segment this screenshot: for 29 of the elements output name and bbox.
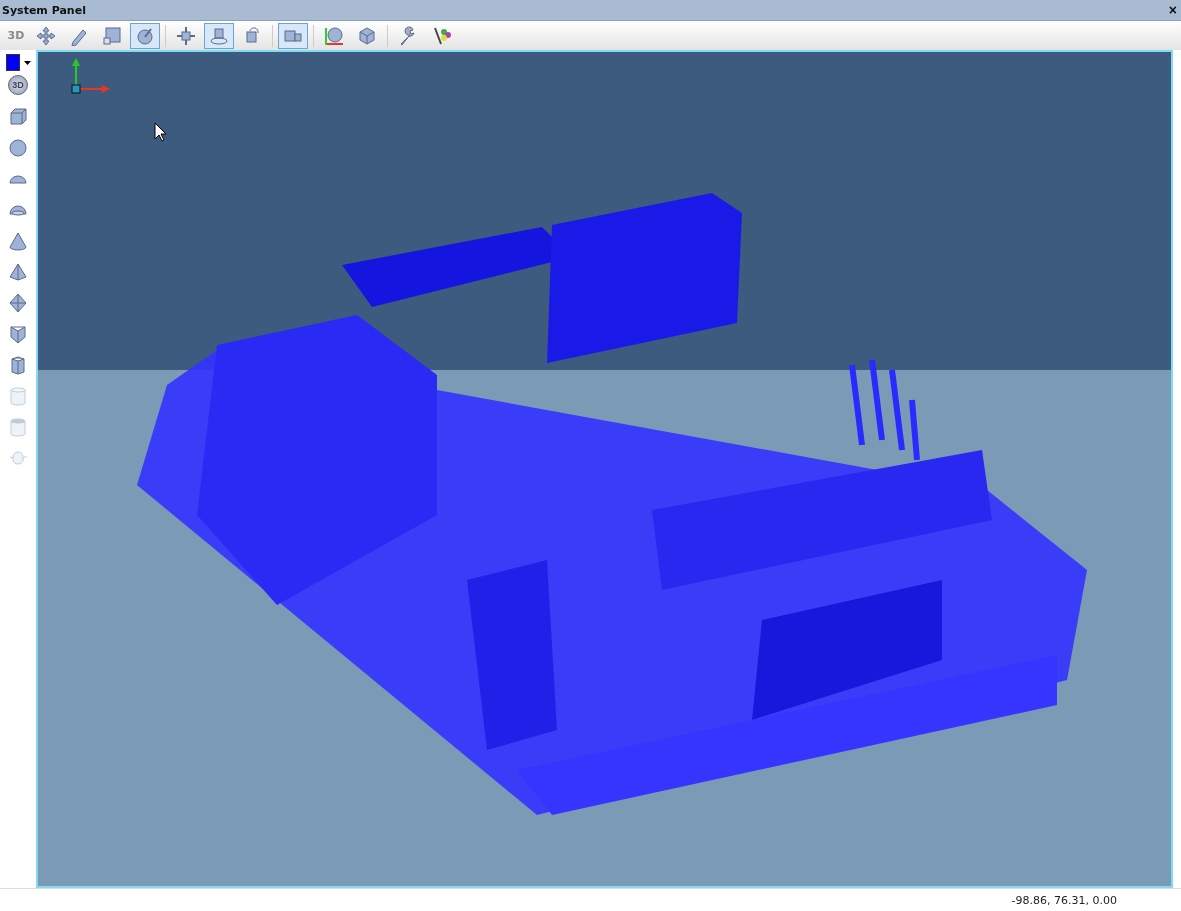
sphere-icon xyxy=(8,137,28,158)
rotate-tool-button[interactable] xyxy=(130,22,160,49)
cursor-coordinates: -98.86, 76.31, 0.00 xyxy=(1011,893,1117,907)
tube-icon xyxy=(8,416,28,437)
cone-icon xyxy=(8,230,28,251)
pyramid-icon xyxy=(8,261,28,282)
dropdown-caret-icon[interactable] xyxy=(23,60,31,65)
frame-tool-button[interactable] xyxy=(278,22,308,49)
3d-view-button[interactable]: 3D xyxy=(8,75,28,95)
octahedron-icon xyxy=(8,292,28,313)
move-icon xyxy=(36,25,56,46)
3d-viewport[interactable] xyxy=(36,50,1173,888)
prism-icon xyxy=(8,323,28,344)
orbit-icon xyxy=(209,25,229,46)
pan-icon xyxy=(176,25,196,46)
sphere-axes-icon xyxy=(324,25,344,46)
view-mode-label: 3D xyxy=(6,29,26,42)
orbit-tool-button[interactable] xyxy=(204,22,234,49)
window-title: System Panel xyxy=(2,3,86,17)
mouse-pointer-icon xyxy=(154,122,168,142)
cube-icon xyxy=(357,25,377,46)
color-swatch[interactable] xyxy=(5,54,20,71)
close-button[interactable]: × xyxy=(1168,3,1177,17)
scale-icon xyxy=(102,25,122,46)
cube-icon xyxy=(8,106,28,127)
wrench-icon xyxy=(398,25,418,46)
cylinder-icon xyxy=(8,385,28,406)
paint-icon xyxy=(431,25,451,46)
hex-prism-icon xyxy=(8,354,28,375)
